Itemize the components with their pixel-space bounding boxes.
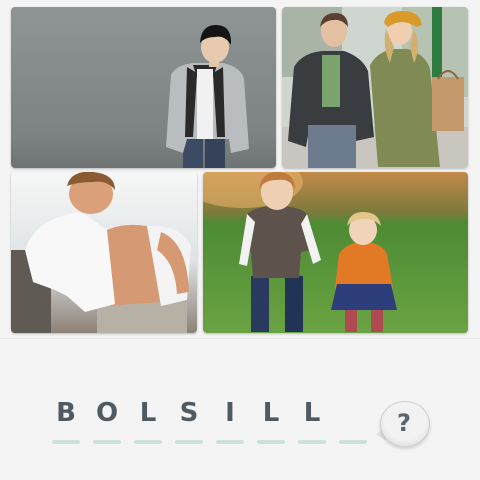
answer-slots: B O L S I L L bbox=[52, 396, 370, 448]
slot-underline bbox=[52, 440, 80, 444]
clue-photo-4 bbox=[203, 172, 468, 333]
letter: I bbox=[225, 398, 235, 428]
clue-photo-3 bbox=[11, 172, 197, 333]
slot-underline bbox=[339, 440, 367, 444]
letter: L bbox=[303, 398, 321, 428]
letter: S bbox=[179, 398, 199, 428]
clue-photo-2 bbox=[282, 7, 468, 168]
letter: O bbox=[95, 398, 119, 428]
letter: L bbox=[262, 398, 280, 428]
slot-underline bbox=[216, 440, 244, 444]
slot-underline bbox=[93, 440, 121, 444]
letter: L bbox=[139, 398, 157, 428]
letter-slot[interactable]: I bbox=[216, 396, 244, 448]
slot-underline bbox=[134, 440, 162, 444]
letter: B bbox=[56, 398, 76, 428]
question-mark: ? bbox=[397, 409, 411, 437]
slot-underline bbox=[257, 440, 285, 444]
letter bbox=[339, 396, 367, 430]
letter-slot[interactable]: O bbox=[93, 396, 121, 448]
letter-slot[interactable]: L bbox=[298, 396, 326, 448]
divider bbox=[0, 338, 480, 339]
letter-slot[interactable]: S bbox=[175, 396, 203, 448]
clue-photo-1 bbox=[11, 7, 276, 168]
letter-slot[interactable]: L bbox=[257, 396, 285, 448]
letter-slot[interactable] bbox=[339, 396, 367, 448]
slot-underline bbox=[298, 440, 326, 444]
game-screen: B O L S I L L ? bbox=[0, 0, 480, 480]
letter-slot[interactable]: B bbox=[52, 396, 80, 448]
hint-button[interactable]: ? bbox=[376, 399, 430, 453]
letter-slot[interactable]: L bbox=[134, 396, 162, 448]
slot-underline bbox=[175, 440, 203, 444]
